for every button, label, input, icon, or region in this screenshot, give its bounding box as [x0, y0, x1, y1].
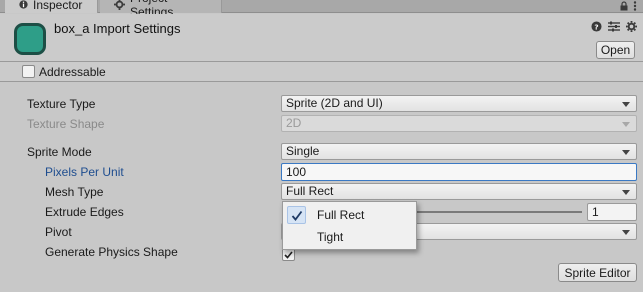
help-icon[interactable]: ? [591, 21, 602, 32]
sprite-mode-row: Sprite Mode Single [0, 142, 643, 162]
info-icon [19, 0, 28, 9]
extrude-edges-input[interactable]: 1 [587, 203, 637, 221]
sprite-mode-label: Sprite Mode [27, 145, 92, 159]
addressable-row: Addressable [0, 62, 643, 82]
texture-type-value: Sprite (2D and UI) [286, 96, 383, 110]
texture-shape-dropdown: 2D [281, 115, 637, 132]
tab-inspector[interactable]: Inspector [5, 0, 98, 13]
mesh-type-value: Full Rect [286, 184, 334, 198]
generate-physics-shape-label: Generate Physics Shape [45, 245, 178, 259]
addressable-checkbox[interactable] [22, 65, 35, 78]
pixels-per-unit-input[interactable]: 100 [281, 163, 637, 181]
menu-item-full-rect[interactable]: Full Rect [283, 204, 416, 226]
texture-type-label: Texture Type [27, 97, 96, 111]
gear-icon [114, 0, 125, 10]
kebab-menu-icon[interactable] [633, 1, 637, 11]
settings-icon[interactable] [626, 21, 637, 32]
mesh-type-dropdown[interactable]: Full Rect [281, 183, 637, 200]
lock-icon[interactable] [620, 1, 628, 11]
pixels-per-unit-row: Pixels Per Unit 100 [0, 162, 643, 182]
tab-inspector-label: Inspector [33, 0, 83, 12]
inspector-header: box_a Import Settings ? Open [0, 14, 643, 62]
chevron-down-icon [622, 230, 630, 235]
texture-asset-icon [14, 23, 46, 55]
addressable-label: Addressable [39, 64, 106, 79]
checkmark-icon [284, 250, 293, 259]
check-icon [287, 206, 306, 224]
sprite-editor-button[interactable]: Sprite Editor [558, 263, 637, 282]
mesh-type-menu: Full Rect Tight [282, 201, 417, 250]
pivot-label: Pivot [45, 225, 72, 239]
texture-shape-label: Texture Shape [27, 117, 105, 131]
menu-item-label: Full Rect [317, 208, 365, 222]
chevron-down-icon [622, 190, 630, 195]
svg-text:?: ? [594, 22, 598, 31]
chevron-down-icon [622, 150, 630, 155]
tab-project-settings[interactable]: Project Settings [100, 0, 222, 19]
mesh-type-label: Mesh Type [45, 185, 104, 199]
open-button[interactable]: Open [596, 41, 635, 59]
pixels-per-unit-label: Pixels Per Unit [45, 165, 124, 179]
page-title: box_a Import Settings [54, 21, 181, 36]
extrude-edges-slider[interactable] [410, 211, 582, 213]
menu-item-label: Tight [317, 230, 344, 244]
texture-type-row: Texture Type Sprite (2D and UI) [0, 94, 643, 114]
chevron-down-icon [622, 102, 630, 107]
texture-type-dropdown[interactable]: Sprite (2D and UI) [281, 95, 637, 112]
extrude-edges-label: Extrude Edges [45, 205, 124, 219]
sprite-mode-dropdown[interactable]: Single [281, 143, 637, 160]
tab-bar: Inspector Project Settings [0, 0, 643, 19]
chevron-down-icon [622, 122, 630, 127]
menu-item-tight[interactable]: Tight [283, 226, 416, 248]
mesh-type-row: Mesh Type Full Rect [0, 182, 643, 202]
sprite-mode-value: Single [286, 144, 320, 158]
texture-shape-row: Texture Shape 2D [0, 114, 643, 134]
presets-icon[interactable] [608, 21, 620, 32]
texture-shape-value: 2D [286, 116, 302, 130]
